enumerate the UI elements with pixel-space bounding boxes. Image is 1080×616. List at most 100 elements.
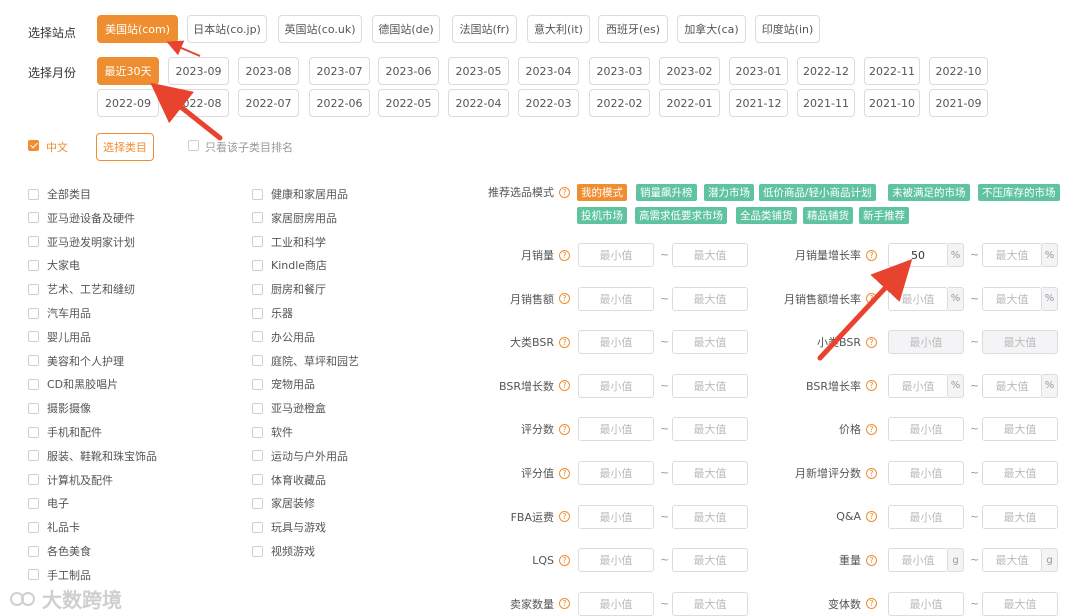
category-checkbox[interactable] xyxy=(28,355,39,367)
category-checkbox[interactable] xyxy=(252,545,263,557)
min-input[interactable]: 最小值 xyxy=(578,243,654,267)
category-checkbox[interactable] xyxy=(252,259,263,271)
help-icon[interactable]: ? xyxy=(559,249,570,261)
category-checkbox[interactable] xyxy=(28,545,39,557)
month-option[interactable]: 2022-03 xyxy=(518,89,579,117)
help-icon[interactable]: ? xyxy=(559,293,570,305)
category-item[interactable]: 体育收藏品 xyxy=(252,472,326,488)
category-checkbox[interactable] xyxy=(28,307,39,319)
mode-tag[interactable]: 高需求低要求市场 xyxy=(635,207,727,224)
min-input[interactable]: 最小值 xyxy=(578,330,654,355)
max-input[interactable]: 最大值 xyxy=(672,417,748,442)
mode-tag[interactable]: 低价商品/轻小商品计划 xyxy=(759,184,876,201)
category-item[interactable]: 庭院、草坪和园艺 xyxy=(252,353,359,369)
help-icon[interactable]: ? xyxy=(559,467,570,479)
max-input[interactable]: 最大值 xyxy=(982,591,1058,616)
max-input[interactable]: 最大值 xyxy=(672,591,748,616)
max-input[interactable]: 最大值 xyxy=(982,548,1042,573)
category-checkbox[interactable] xyxy=(28,450,39,462)
month-option[interactable]: 2023-08 xyxy=(238,57,299,85)
help-icon[interactable]: ? xyxy=(559,423,570,435)
min-input[interactable]: 最小值 xyxy=(578,548,654,573)
category-item[interactable]: 厨房和餐厅 xyxy=(252,281,326,297)
category-checkbox[interactable] xyxy=(28,521,39,533)
site-option[interactable]: 日本站(co.jp) xyxy=(187,15,267,43)
month-option[interactable]: 2022-04 xyxy=(448,89,509,117)
category-checkbox[interactable] xyxy=(28,402,39,414)
only-sub-rank-checkbox[interactable] xyxy=(188,140,199,151)
help-icon[interactable]: ? xyxy=(559,511,570,523)
month-option[interactable]: 2021-11 xyxy=(797,89,855,117)
category-checkbox[interactable] xyxy=(252,355,263,367)
chinese-checkbox[interactable] xyxy=(28,140,39,151)
category-checkbox[interactable] xyxy=(252,402,263,414)
max-input[interactable]: 最大值 xyxy=(982,243,1042,267)
category-checkbox[interactable] xyxy=(252,497,263,509)
category-item[interactable]: 亚马逊设备及硬件 xyxy=(28,210,135,226)
month-option[interactable]: 2021-12 xyxy=(729,89,788,117)
category-item[interactable]: 礼品卡 xyxy=(28,519,80,535)
month-option[interactable]: 2023-04 xyxy=(518,57,579,85)
month-option[interactable]: 最近30天 xyxy=(97,57,159,85)
category-checkbox[interactable] xyxy=(252,236,263,248)
help-icon[interactable]: ? xyxy=(866,380,877,392)
min-input[interactable]: 最小值 xyxy=(888,373,948,398)
category-item[interactable]: 美容和个人护理 xyxy=(28,353,124,369)
site-option[interactable]: 意大利(it) xyxy=(527,15,590,43)
mode-tag[interactable]: 不压库存的市场 xyxy=(978,184,1060,201)
min-input[interactable]: 最小值 xyxy=(578,461,654,485)
help-icon[interactable]: ? xyxy=(559,598,570,610)
mode-tag[interactable]: 潜力市场 xyxy=(704,184,754,201)
min-input[interactable]: 最小值 xyxy=(888,461,964,485)
help-icon[interactable]: ? xyxy=(559,336,570,348)
category-checkbox[interactable] xyxy=(252,188,263,200)
help-icon[interactable]: ? xyxy=(866,423,877,435)
category-item[interactable]: 家居厨房用品 xyxy=(252,210,337,226)
min-input[interactable]: 最小值 xyxy=(888,417,964,442)
category-item[interactable]: 工业和科学 xyxy=(252,234,326,250)
category-item[interactable]: 电子 xyxy=(28,495,69,511)
help-icon[interactable]: ? xyxy=(866,467,877,479)
category-item[interactable]: 家居装修 xyxy=(252,495,315,511)
max-input[interactable]: 最大值 xyxy=(672,373,748,398)
min-input[interactable]: 最小值 xyxy=(578,591,654,616)
category-checkbox[interactable] xyxy=(28,283,39,295)
category-item[interactable]: 宠物用品 xyxy=(252,376,315,392)
category-item[interactable]: CD和黑胶唱片 xyxy=(28,376,118,392)
help-icon[interactable]: ? xyxy=(559,186,570,198)
category-checkbox[interactable] xyxy=(252,426,263,438)
category-item[interactable]: 健康和家居用品 xyxy=(252,186,348,202)
min-input[interactable]: 最小值 xyxy=(888,330,964,355)
category-item[interactable]: 办公用品 xyxy=(252,329,315,345)
category-checkbox[interactable] xyxy=(252,283,263,295)
category-checkbox[interactable] xyxy=(28,236,39,248)
help-icon[interactable]: ? xyxy=(559,380,570,392)
month-option[interactable]: 2022-08 xyxy=(168,89,229,117)
month-option[interactable]: 2022-12 xyxy=(797,57,855,85)
month-option[interactable]: 2023-03 xyxy=(589,57,650,85)
category-item[interactable]: 乐器 xyxy=(252,305,293,321)
category-checkbox[interactable] xyxy=(252,331,263,343)
min-input[interactable]: 最小值 xyxy=(578,286,654,311)
category-checkbox[interactable] xyxy=(28,474,39,486)
min-input[interactable]: 最小值 xyxy=(888,286,948,311)
month-option[interactable]: 2022-02 xyxy=(589,89,650,117)
category-item[interactable]: 运动与户外用品 xyxy=(252,448,348,464)
select-category-button[interactable]: 选择类目 xyxy=(96,133,154,161)
site-option[interactable]: 德国站(de) xyxy=(372,15,440,43)
help-icon[interactable]: ? xyxy=(559,554,570,566)
mode-tag[interactable]: 精品铺货 xyxy=(803,207,853,224)
month-option[interactable]: 2023-05 xyxy=(448,57,509,85)
min-input[interactable]: 最小值 xyxy=(888,504,964,529)
month-option[interactable]: 2023-02 xyxy=(659,57,720,85)
month-option[interactable]: 2023-07 xyxy=(309,57,370,85)
site-option[interactable]: 法国站(fr) xyxy=(452,15,517,43)
category-checkbox[interactable] xyxy=(28,188,39,200)
category-item[interactable]: 软件 xyxy=(252,424,293,440)
category-checkbox[interactable] xyxy=(252,521,263,533)
category-item[interactable]: 艺术、工艺和缝纫 xyxy=(28,281,135,297)
min-input[interactable]: 最小值 xyxy=(888,548,948,573)
min-input[interactable]: 最小值 xyxy=(578,417,654,442)
month-option[interactable]: 2022-10 xyxy=(929,57,988,85)
category-item[interactable]: 服装、鞋靴和珠宝饰品 xyxy=(28,448,157,464)
